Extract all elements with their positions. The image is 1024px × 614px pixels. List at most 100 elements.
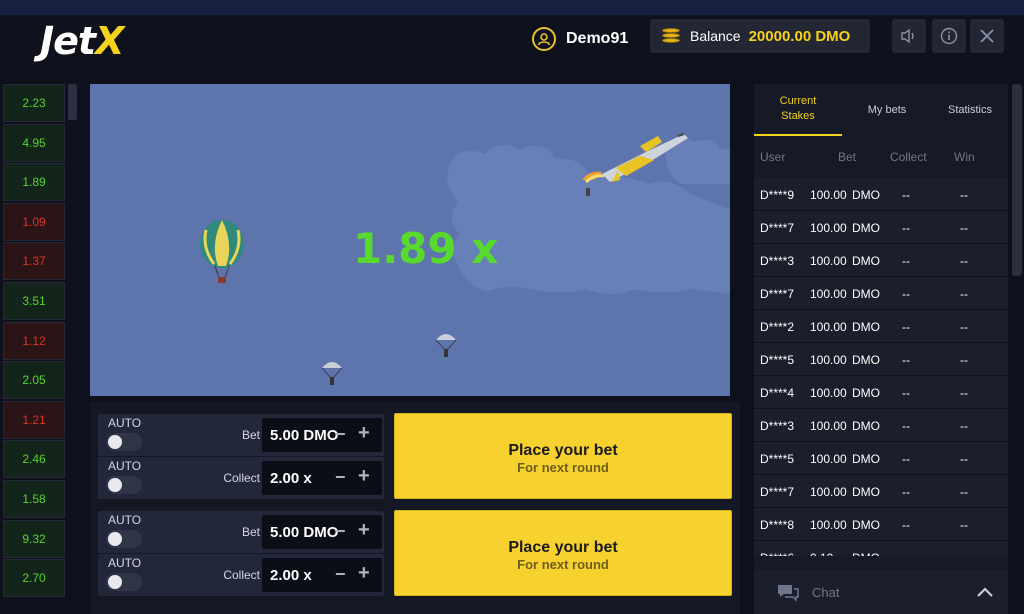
- tab-statistics[interactable]: Statistics: [932, 84, 1008, 136]
- info-button[interactable]: [932, 19, 966, 53]
- bet-amount-value[interactable]: 5.00 DMO: [270, 524, 338, 541]
- collect-label: Collect: [223, 471, 260, 485]
- tab-label: Current Stakes: [779, 95, 817, 122]
- place-bet-title: Place your bet: [508, 539, 618, 556]
- table-row: D****2 100.00 DMO -- --: [754, 310, 1008, 343]
- table-row: D****3 100.00 DMO -- --: [754, 244, 1008, 277]
- row-collect: --: [902, 287, 910, 301]
- auto-collect-label: AUTO: [108, 556, 142, 570]
- auto-bet-toggle[interactable]: [106, 433, 142, 451]
- row-collect: --: [902, 320, 910, 334]
- row-win: --: [960, 386, 968, 400]
- collect-value[interactable]: 2.00 x: [270, 470, 312, 487]
- row-win: --: [960, 221, 968, 235]
- chevron-up-icon[interactable]: [976, 582, 994, 603]
- auto-collect-label: AUTO: [108, 459, 142, 473]
- table-row: D****6 0.10 DMO: [754, 541, 1008, 556]
- bet-amount-field[interactable]: 5.00 DMO − +: [262, 515, 382, 549]
- history-item: 1.09: [3, 202, 65, 241]
- row-user: D****2: [760, 320, 795, 334]
- multiplier-value: 1.89 x: [353, 224, 499, 273]
- game-canvas: 1.89 x: [90, 84, 730, 396]
- collect-increase-button[interactable]: +: [358, 465, 370, 488]
- tab-my-bets[interactable]: My bets: [842, 84, 932, 136]
- history-item: 2.70: [3, 559, 65, 598]
- stakes-panel: Current Stakes My bets Statistics User B…: [754, 84, 1008, 614]
- row-currency: DMO: [852, 419, 880, 433]
- row-currency: DMO: [852, 452, 880, 466]
- collect-decrease-button[interactable]: −: [335, 564, 346, 585]
- row-currency: DMO: [852, 485, 880, 499]
- bet-increase-button[interactable]: +: [358, 422, 370, 445]
- chat-label: Chat: [812, 585, 840, 600]
- chat-icon: [778, 585, 799, 602]
- row-bet: 100.00: [810, 452, 847, 466]
- collect-value[interactable]: 2.00 x: [270, 567, 312, 584]
- auto-bet-label: AUTO: [108, 416, 142, 430]
- user-info[interactable]: Demo91: [532, 27, 628, 51]
- history-item: 1.89: [3, 163, 65, 202]
- close-button[interactable]: [970, 19, 1004, 53]
- auto-collect-toggle[interactable]: [106, 476, 142, 494]
- row-bet: 100.00: [810, 353, 847, 367]
- collect-field[interactable]: 2.00 x − +: [262, 461, 382, 495]
- tab-current-stakes[interactable]: Current Stakes: [754, 84, 842, 136]
- row-win: --: [960, 320, 968, 334]
- sound-button[interactable]: [892, 19, 926, 53]
- auto-bet-toggle[interactable]: [106, 530, 142, 548]
- bet-decrease-button[interactable]: −: [335, 521, 346, 542]
- collect-decrease-button[interactable]: −: [335, 467, 346, 488]
- row-user: D****3: [760, 419, 795, 433]
- row-user: D****3: [760, 254, 795, 268]
- bet-decrease-button[interactable]: −: [335, 424, 346, 445]
- multiplier-history: 2.23 4.95 1.89 1.09 1.37 3.51 1.12 2.05 1.21 2.46…: [0, 84, 80, 614]
- row-bet: 0.10: [810, 551, 833, 556]
- top-strip: [0, 0, 1024, 15]
- row-bet: 100.00: [810, 221, 847, 235]
- username: Demo91: [566, 30, 629, 47]
- row-user: D****5: [760, 452, 795, 466]
- row-user: D****4: [760, 386, 795, 400]
- bet-increase-button[interactable]: +: [358, 519, 370, 542]
- history-item: 1.21: [3, 400, 65, 439]
- place-bet-title: Place your bet: [508, 442, 618, 459]
- row-bet: 100.00: [810, 386, 847, 400]
- place-bet-button[interactable]: Place your bet For next round: [394, 413, 732, 499]
- panel-tabs: Current Stakes My bets Statistics: [754, 84, 1008, 136]
- collect-field[interactable]: 2.00 x − +: [262, 558, 382, 592]
- row-user: D****5: [760, 353, 795, 367]
- bet-label: Bet: [241, 525, 260, 539]
- history-item: 9.32: [3, 519, 65, 558]
- row-currency: DMO: [852, 320, 880, 334]
- row-bet: 100.00: [810, 485, 847, 499]
- row-bet: 100.00: [810, 518, 847, 532]
- row-collect: --: [902, 419, 910, 433]
- auto-bet-label: AUTO: [108, 513, 142, 527]
- table-row: D****7 100.00 DMO -- --: [754, 277, 1008, 310]
- auto-collect-toggle[interactable]: [106, 573, 142, 591]
- jet-plane: [582, 133, 688, 196]
- stakes-table-header: User Bet Collect Win: [754, 136, 1008, 178]
- tab-label: My bets: [867, 104, 907, 116]
- column-header: User: [760, 150, 786, 164]
- bet-row-2: AUTO Bet 5.00 DMO − +: [98, 511, 384, 553]
- history-item: 1.12: [3, 321, 65, 360]
- table-row: D****9 100.00 DMO -- --: [754, 178, 1008, 211]
- collect-increase-button[interactable]: +: [358, 562, 370, 585]
- balance-label: Balance: [690, 28, 741, 44]
- row-collect: --: [902, 518, 910, 532]
- row-user: D****8: [760, 518, 795, 532]
- collect-row-1: AUTO Collect 2.00 x − +: [98, 457, 384, 499]
- place-bet-button[interactable]: Place your bet For next round: [394, 510, 732, 596]
- history-item: 1.37: [3, 242, 65, 281]
- chat-bar[interactable]: Chat: [754, 570, 1008, 614]
- history-scrollbar[interactable]: [68, 84, 77, 120]
- column-header: Collect: [890, 150, 927, 164]
- row-collect: --: [902, 485, 910, 499]
- row-bet: 100.00: [810, 287, 847, 301]
- row-bet: 100.00: [810, 419, 847, 433]
- panel-scrollbar[interactable]: [1012, 84, 1022, 276]
- bet-amount-value[interactable]: 5.00 DMO: [270, 427, 338, 444]
- row-currency: DMO: [852, 386, 880, 400]
- bet-amount-field[interactable]: 5.00 DMO − +: [262, 418, 382, 452]
